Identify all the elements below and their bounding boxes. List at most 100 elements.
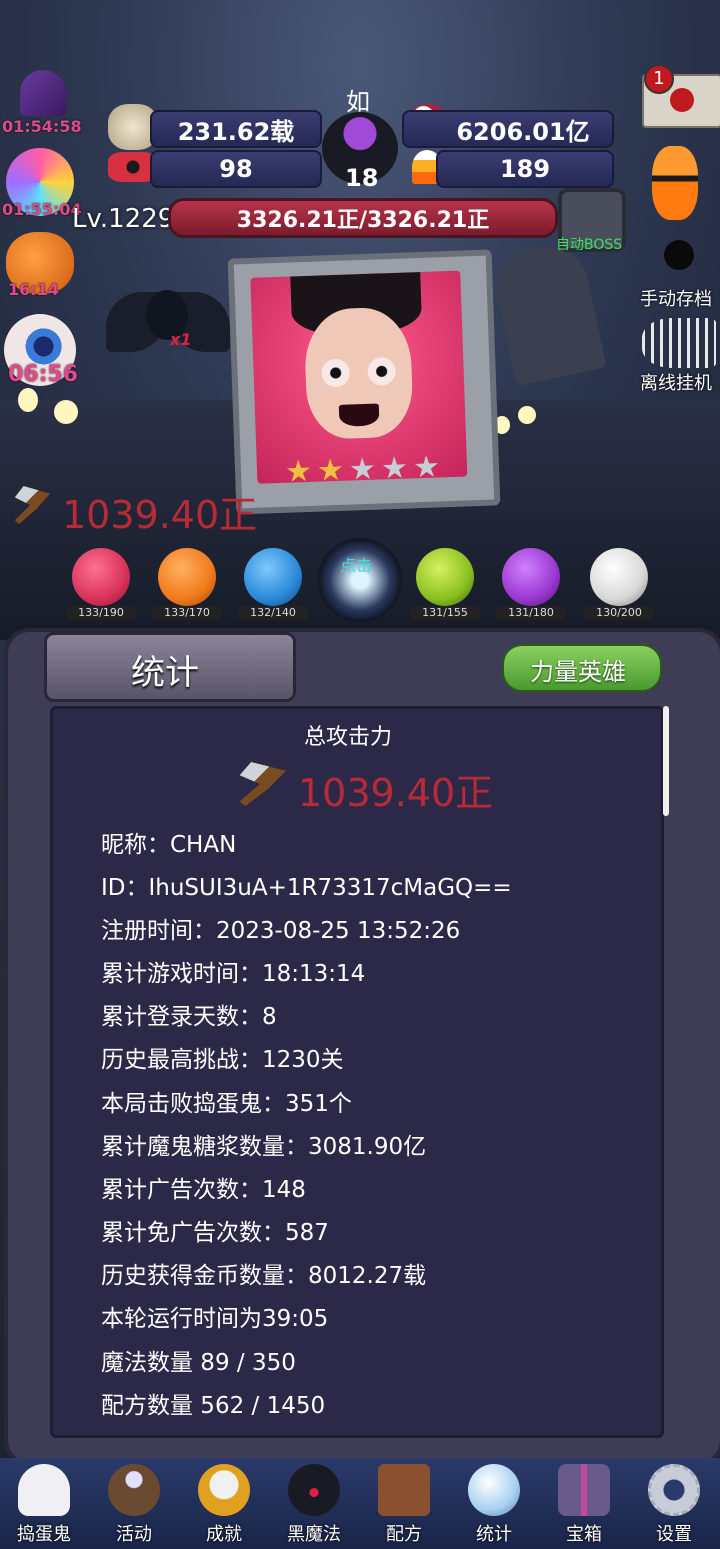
offline-idle-button[interactable]: 离线挂机 — [640, 369, 712, 395]
boss-portrait-frame[interactable]: ★ ★ ★ ★ ★ — [227, 249, 501, 515]
boss-hp-bar: 3326.21正/3326.21正 — [168, 198, 558, 238]
event-timer-4: 06:56 — [8, 362, 79, 387]
bat-multiplier: x1 — [170, 330, 192, 349]
panel-title: 统计 — [131, 653, 199, 693]
ghost-icon — [18, 1464, 70, 1516]
star-filled-icon: ★ — [284, 453, 313, 490]
spellbook-icon — [378, 1464, 430, 1516]
tab-label: 捣蛋鬼 — [17, 1524, 71, 1545]
auto-boss-label: 自动BOSS — [556, 237, 623, 253]
stat-recipe-count: 配方数量 562 / 1450 — [101, 1393, 326, 1419]
boss-hp-text: 3326.21正/3326.21正 — [236, 208, 490, 233]
scrollbar[interactable] — [663, 706, 669, 816]
glowing-eye-icon — [518, 406, 536, 424]
tab-label: 活动 — [116, 1524, 152, 1545]
pumpkin-potion-icon[interactable] — [652, 146, 698, 220]
tap-label: 点击 — [340, 556, 373, 575]
tab-label: 设置 — [656, 1524, 692, 1545]
power-hero-label: 力量英雄 — [530, 658, 626, 686]
orb-count: 132/140 — [238, 606, 308, 620]
orb-count: 130/200 — [584, 606, 654, 620]
orb-white[interactable]: 130/200 — [584, 548, 654, 620]
wax-seal-icon — [670, 88, 694, 112]
total-attack-label: 总攻击力 — [304, 725, 393, 750]
star-empty-icon: ★ — [348, 451, 377, 488]
tab-label: 宝箱 — [566, 1524, 602, 1545]
stat-nickname: 昵称：CHAN — [101, 832, 237, 858]
orb-purple[interactable]: 131/180 — [496, 548, 566, 620]
crystal-ball-icon — [468, 1464, 520, 1516]
green-skull-orb-icon — [416, 548, 474, 606]
stat-magic-count: 魔法数量 89 / 350 — [101, 1350, 296, 1376]
candy-corn-display: 189 — [436, 150, 614, 188]
tab-achievements[interactable]: 成就 — [184, 1460, 264, 1549]
purple-skull-orb-icon — [502, 548, 560, 606]
tab-label: 黑魔法 — [287, 1524, 341, 1545]
orb-count: 133/190 — [66, 606, 136, 620]
stat-login-days: 累计登录天数：8 — [101, 1004, 277, 1030]
tab-label: 成就 — [206, 1524, 242, 1545]
tab-stats[interactable]: 统计 — [454, 1460, 534, 1549]
glowing-eye-icon — [18, 388, 38, 412]
stat-highest-challenge: 历史最高挑战：1230关 — [101, 1047, 344, 1073]
tab-treasure[interactable]: 宝箱 — [544, 1460, 624, 1549]
candy-corn-value: 189 — [499, 155, 551, 183]
event-timer-3: 16:14 — [8, 280, 59, 299]
orb-red[interactable]: 133/190 — [66, 548, 136, 620]
tab-recipes[interactable]: 配方 — [364, 1460, 444, 1549]
stat-syrup-total: 累计魔鬼糖浆数量：3081.90亿 — [101, 1134, 427, 1160]
stat-defeated: 本局击败捣蛋鬼：351个 — [101, 1091, 352, 1117]
tab-trickster[interactable]: 捣蛋鬼 — [4, 1460, 84, 1549]
stat-adfree-count: 累计免广告次数：587 — [101, 1220, 329, 1246]
tab-label: 统计 — [476, 1524, 512, 1545]
fish-bone-icon[interactable] — [642, 318, 716, 368]
orb-blue[interactable]: 132/140 — [238, 548, 308, 620]
orb-orange[interactable]: 133/170 — [152, 548, 222, 620]
star-empty-icon: ★ — [380, 450, 409, 487]
candy-bow-value: 98 — [219, 155, 253, 183]
bat-enemy[interactable] — [106, 276, 230, 380]
skull-trophy-icon — [198, 1464, 250, 1516]
orb-count: 131/155 — [410, 606, 480, 620]
gift-box-icon — [558, 1464, 610, 1516]
stat-id: ID：IhuSUI3uA+1R73317cMaGQ== — [101, 875, 512, 901]
cupcake-eyes-icon — [108, 1464, 160, 1516]
glowing-eye-icon — [54, 400, 78, 424]
orb-count: 131/180 — [496, 606, 566, 620]
black-magic-orb[interactable]: 点击 — [318, 538, 402, 622]
event-timer-2: 01:55:04 — [2, 200, 82, 219]
tab-settings[interactable]: 设置 — [634, 1460, 714, 1549]
stat-coins-earned: 历史获得金币数量：8012.27载 — [101, 1263, 427, 1289]
syrup-value: 6206.01亿 — [456, 117, 590, 146]
star-empty-icon: ★ — [412, 449, 441, 486]
tab-label: 配方 — [386, 1524, 422, 1545]
manual-save-button[interactable]: 手动存档 — [640, 285, 712, 311]
spider-icon[interactable] — [664, 240, 694, 270]
coins-value: 231.62载 — [177, 117, 295, 146]
tab-events[interactable]: 活动 — [94, 1460, 174, 1549]
gear-icon — [648, 1464, 700, 1516]
coins-display: 231.62载 — [150, 110, 322, 148]
cauldron-count: 18 — [345, 164, 379, 192]
attack-value: 1039.40正 — [62, 493, 258, 537]
witch-hat-icon[interactable] — [20, 70, 66, 116]
orb-green[interactable]: 131/155 — [410, 548, 480, 620]
star-filled-icon: ★ — [316, 452, 345, 489]
stat-register-time: 注册时间：2023-08-25 13:52:26 — [101, 918, 461, 944]
white-ghost-orb-icon — [590, 548, 648, 606]
stat-ad-count: 累计广告次数：148 — [101, 1177, 306, 1203]
player-level: Lv.1229 — [72, 204, 175, 234]
total-attack-value: 1039.40正 — [298, 771, 494, 815]
stat-play-time: 累计游戏时间：18:13:14 — [101, 961, 366, 987]
tab-black-magic[interactable]: 黑魔法 — [274, 1460, 354, 1549]
red-skull-orb-icon — [72, 548, 130, 606]
event-timer-1: 01:54:58 — [2, 117, 82, 136]
demon-icon — [288, 1464, 340, 1516]
candy-bow-display: 98 — [150, 150, 322, 188]
orb-count: 133/170 — [152, 606, 222, 620]
blue-candy-orb-icon — [244, 548, 302, 606]
syrup-display: 6206.01亿 — [402, 110, 614, 148]
stat-run-time: 本轮运行时间为39:05 — [101, 1306, 329, 1332]
panel-title-plate: 统计 — [44, 632, 296, 702]
power-hero-button[interactable]: 力量英雄 — [502, 644, 662, 692]
